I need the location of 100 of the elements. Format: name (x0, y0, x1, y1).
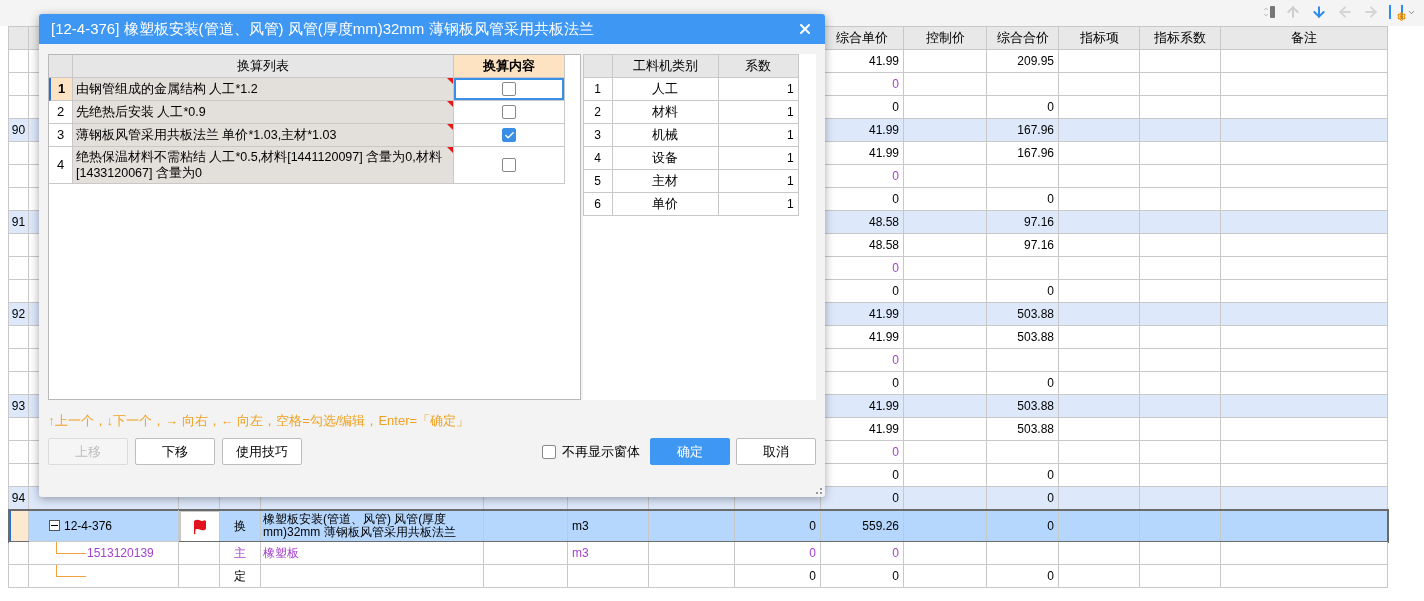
close-icon[interactable] (797, 21, 813, 37)
current-row-marker (9, 510, 29, 542)
table-cell-text: 换 (234, 517, 246, 535)
move-down-icon[interactable] (1311, 4, 1327, 20)
row-number: 5 (594, 173, 601, 190)
row-number: 94 (11, 490, 26, 507)
table-cell: 橡塑板 (263, 546, 299, 560)
row-number: 1 (57, 80, 66, 99)
table-row[interactable]: 12-4-376 换 橡塑板安装(管道、风管) 风管(厚度mm)32mm 薄钢板风管采用共板法兰 m3 0 559.26 0 (9, 510, 1388, 542)
table-cell-text: 1 (786, 104, 794, 121)
cancel-button[interactable]: 取消 (736, 438, 816, 465)
table-cell-text: 12-4-376 (64, 517, 113, 535)
table-cell-text: 1 (786, 196, 794, 213)
row-number: 1 (594, 81, 601, 98)
row-number: 4 (594, 150, 601, 167)
table-cell-text: 0 (1047, 99, 1054, 116)
table-cell: 薄钢板风管采用共板法兰 单价*1.03,主材*1.03 (76, 127, 337, 143)
row-height-icon[interactable] (1263, 6, 1275, 18)
tree-line (56, 565, 86, 577)
row-number: 91 (11, 214, 26, 231)
table-cell-text: 1 (786, 127, 794, 144)
table-cell-text: 设备 (652, 149, 679, 168)
note-marker-icon (447, 101, 453, 107)
table-cell-text: 97.16 (1023, 237, 1054, 254)
table-cell-text: 167.96 (1017, 145, 1054, 162)
column-header: 工料机类别 (632, 57, 698, 76)
table-cell-text: 41.99 (868, 421, 899, 438)
column-settings-icon[interactable] (1389, 5, 1416, 19)
column-header: 综合单价 (836, 29, 888, 48)
table-cell-text: 0 (892, 467, 899, 484)
table-cell-text: 0 (892, 76, 899, 93)
row-number: 2 (56, 103, 65, 122)
table-cell-text: m3 (572, 545, 589, 562)
table-cell-text: 41.99 (868, 122, 899, 139)
row-number: 6 (594, 196, 601, 213)
table-cell-text: 503.88 (1017, 306, 1054, 323)
table-cell-text: 主 (234, 545, 246, 562)
table-row[interactable]: 1513120139 主 橡塑板 m3 0 0 (9, 542, 1388, 565)
table-cell-text: 0 (892, 283, 899, 300)
table-cell-text: 97.16 (1023, 214, 1054, 231)
table-cell-text: 材料 (652, 103, 679, 122)
table-cell-text: 0 (809, 517, 816, 535)
table-cell-text: 0 (892, 191, 899, 208)
column-header: 指标项 (1079, 29, 1119, 48)
table-cell-text: 1 (786, 150, 794, 167)
table-cell-text: 41.99 (868, 53, 899, 70)
collapse-icon[interactable] (49, 520, 60, 531)
column-header: 控制价 (925, 29, 965, 48)
table-cell-text: 0 (1047, 490, 1054, 507)
row-number: 93 (11, 398, 26, 415)
dialog-button[interactable]: 使用技巧 (222, 438, 302, 465)
table-cell-text: 绝热保温材料不需粘结 人工*0.5,材料[1441120097] 含量为0,材料[1433120067] 含量为0 (76, 149, 443, 181)
table-row[interactable]: 定 0 0 0 (9, 565, 1388, 588)
table-cell-text: 0 (892, 375, 899, 392)
table-cell-text: 0 (1047, 191, 1054, 208)
checkbox[interactable] (502, 105, 516, 119)
table-cell-text: 503.88 (1017, 398, 1054, 415)
column-header: 综合合价 (996, 29, 1049, 48)
table-cell-text: 0 (1047, 517, 1054, 535)
table-cell-text: 503.88 (1017, 421, 1054, 438)
column-header: 换算内容 (483, 57, 535, 76)
table-cell-text: 41.99 (868, 398, 899, 415)
table-cell: 先绝热后安装 人工*0.9 (76, 104, 206, 120)
checkbox[interactable] (502, 158, 516, 172)
table-cell-text: 0 (892, 260, 899, 277)
table-cell-text: 167.96 (1017, 122, 1054, 139)
table-cell-text: 48.58 (868, 237, 899, 254)
checkbox[interactable] (542, 444, 556, 459)
table-cell-text: 1513120139 (87, 545, 154, 562)
table-cell-text: 人工 (652, 80, 679, 99)
table-cell-text: 1 (786, 81, 794, 98)
table-cell-text: 0 (1047, 283, 1054, 300)
note-marker-icon (447, 147, 453, 153)
table-cell-text: 559.26 (862, 517, 899, 535)
table-cell-text: 机械 (652, 126, 679, 145)
column-header: 换算列表 (237, 57, 289, 76)
table-cell-text: 0 (809, 545, 816, 562)
dont-show-checkbox[interactable]: 不再显示窗体 (542, 441, 640, 462)
row-number: 4 (56, 156, 65, 175)
checkbox[interactable] (502, 82, 516, 96)
dialog-button[interactable]: 下移 (135, 438, 215, 465)
column-header: 指标系数 (1154, 29, 1206, 48)
row-number: 3 (594, 127, 601, 144)
column-header: 系数 (745, 57, 772, 76)
checkbox[interactable] (502, 128, 516, 142)
checkbox-label: 不再显示窗体 (562, 442, 640, 461)
row-number: 92 (11, 306, 26, 323)
table-cell-text: 1 (786, 173, 794, 190)
resize-grip-icon[interactable] (816, 488, 822, 494)
table-cell-text: 单价 (652, 195, 679, 214)
column-header: 备注 (1291, 29, 1317, 48)
table-cell-text: 41.99 (868, 306, 899, 323)
table-cell: 由钢管组成的金属结构 人工*1.2 (76, 81, 258, 97)
table-cell-text: 41.99 (868, 145, 899, 162)
table-cell-text: 0 (1047, 568, 1054, 585)
table-cell-text: 0 (1047, 467, 1054, 484)
table-cell-text: 48.58 (868, 214, 899, 231)
row-number: 3 (56, 126, 65, 145)
table-cell-text: 主材 (652, 172, 679, 191)
tree-line (56, 542, 86, 554)
